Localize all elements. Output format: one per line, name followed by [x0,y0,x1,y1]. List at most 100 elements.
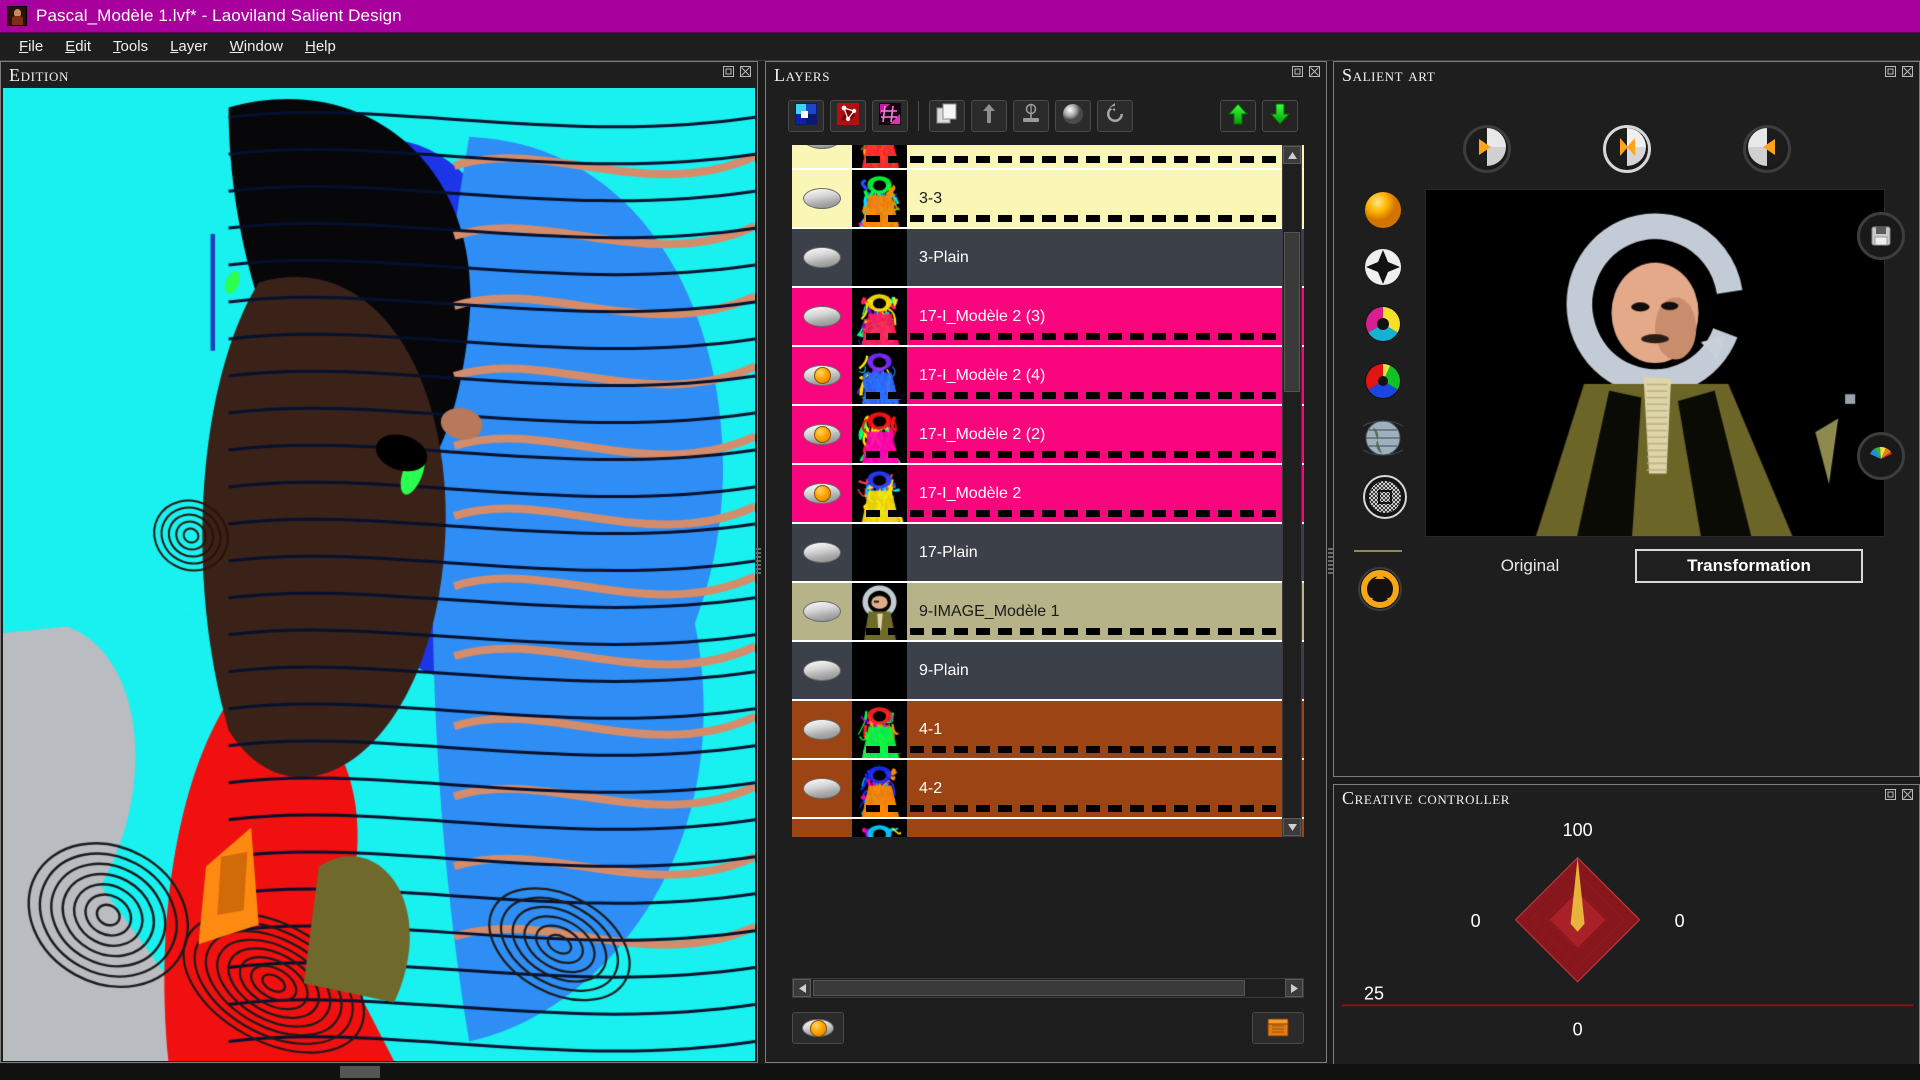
horizontal-scroll-thumb[interactable] [813,980,1245,996]
layer-visibility-toggle[interactable] [792,406,852,463]
layer-list-vertical-scrollbar[interactable] [1282,145,1302,837]
recycle-tool[interactable] [1358,567,1402,616]
move-layer-down-button[interactable] [1262,100,1298,132]
grid-button[interactable] [872,100,908,132]
layer-row[interactable]: 3-2 [792,145,1304,168]
layer-visibility-toggle[interactable] [792,145,852,168]
new-layer-button[interactable] [788,100,824,132]
move-layer-up-button[interactable] [1220,100,1256,132]
layer-thumbnail[interactable] [852,819,907,837]
menu-item-edit[interactable]: Edit [56,35,100,58]
eye-closed-icon [803,145,841,149]
eye-closed-icon [803,660,841,681]
layer-row[interactable]: 9-Plain [792,640,1304,699]
layer-visibility-toggle[interactable] [792,524,852,581]
layer-visibility-toggle[interactable] [792,760,852,817]
layer-visibility-toggle[interactable] [792,288,852,345]
layer-name[interactable]: 3-Plain [907,229,1304,286]
layer-row[interactable]: 4-2 [792,758,1304,817]
layer-link-dashes [866,746,1304,753]
pie-left-button[interactable] [1462,125,1511,173]
color-wheel-tool[interactable] [1363,304,1403,344]
scroll-down-button[interactable] [1283,818,1301,836]
creative-restore-icon[interactable] [1884,788,1897,801]
pie-center-button[interactable] [1602,125,1651,173]
layer-visibility-toggle[interactable] [792,583,852,640]
menu-item-window[interactable]: Window [221,35,292,58]
layer-row[interactable]: 17-I_Modèle 2 (3) [792,286,1304,345]
layer-row[interactable]: 9-IMAGE_Modèle 1 [792,581,1304,640]
menu-item-tools[interactable]: Tools [104,35,157,58]
layer-list-horizontal-scrollbar[interactable] [792,978,1304,998]
star-tool[interactable] [1363,247,1403,287]
taskbar-item[interactable] [340,1066,380,1078]
transformation-button[interactable]: Transformation [1635,549,1863,583]
layer-name[interactable]: 9-Plain [907,642,1304,699]
layer-row[interactable]: 17-Plain [792,522,1304,581]
radar-chart-svg[interactable]: 100 0 0 0 25 [1334,815,1920,1077]
globe-tool[interactable] [1354,418,1412,458]
scroll-left-button[interactable] [793,979,811,997]
layer-row[interactable]: 3-Plain [792,227,1304,286]
menu-item-layer[interactable]: Layer [161,35,217,58]
edition-restore-icon[interactable] [722,65,735,78]
layer-row[interactable]: 3-3 [792,168,1304,227]
anchor-button[interactable] [1013,100,1049,132]
edition-close-icon[interactable] [739,65,752,78]
pie-right-button[interactable] [1742,125,1791,173]
layer-row[interactable]: 17-I_Modèle 2 [792,463,1304,522]
layer-row[interactable]: 17-I_Modèle 2 (2) [792,404,1304,463]
artwork-canvas[interactable] [3,88,755,1061]
red-node-button[interactable] [830,100,866,132]
delete-layer-button[interactable] [1252,1012,1304,1044]
layers-restore-icon[interactable] [1291,65,1304,78]
opacity-button[interactable] [1055,100,1091,132]
toggle-visibility-button[interactable] [792,1012,844,1044]
layer-visibility-toggle[interactable] [792,819,852,837]
salient-preview[interactable] [1425,189,1885,537]
preview-canvas[interactable] [1426,190,1884,536]
layer-row[interactable]: 4-3 [792,817,1304,837]
duplicate-layer-button[interactable] [929,100,965,132]
layer-visibility-toggle[interactable] [792,170,852,227]
vertical-scroll-thumb[interactable] [1284,232,1300,392]
palette-button[interactable] [1857,432,1905,480]
layer-visibility-toggle[interactable] [792,642,852,699]
checker-tool[interactable] [1363,475,1407,519]
salient-art-panel: Salient art Original Transformation [1333,61,1920,777]
edition-resize-grip[interactable] [756,548,761,576]
eye-closed-icon [803,719,841,740]
layer-thumbnail[interactable] [852,642,907,699]
salient-close-icon[interactable] [1901,65,1914,78]
layer-link-dashes [866,333,1304,340]
layers-close-icon[interactable] [1308,65,1321,78]
salient-restore-icon[interactable] [1884,65,1897,78]
layers-resize-grip[interactable] [1328,548,1333,576]
layer-visibility-toggle[interactable] [792,465,852,522]
menu-item-help[interactable]: Help [296,35,345,58]
edition-canvas-container[interactable] [3,88,755,1061]
creative-close-icon[interactable] [1901,788,1914,801]
merge-layers-button[interactable] [971,100,1007,132]
layer-row[interactable]: 4-1 [792,699,1304,758]
save-preset-button[interactable] [1857,212,1905,260]
layer-name[interactable]: 17-Plain [907,524,1304,581]
layer-thumbnail[interactable] [852,524,907,581]
scroll-up-button[interactable] [1283,146,1301,164]
menu-item-file[interactable]: File [10,35,52,58]
reset-button[interactable] [1097,100,1133,132]
layer-list[interactable]: 3-2 3-3 3-Plain 17-I_Modèle 2 (3) 17-I_Modèl… [792,145,1304,837]
rgb-wheel-tool[interactable] [1363,361,1403,401]
layer-thumbnail[interactable] [852,229,907,286]
layer-visibility-toggle[interactable] [792,701,852,758]
layer-row[interactable]: 17-I_Modèle 2 (4) [792,345,1304,404]
green-up-arrow-icon [1226,102,1250,131]
scroll-right-button[interactable] [1285,979,1303,997]
layer-name[interactable]: 4-3 [907,819,1304,837]
layer-name-text: 3-Plain [919,248,969,266]
layer-name-text: 4-1 [919,720,943,738]
sun-tool[interactable] [1363,190,1403,230]
creative-controller-chart[interactable]: 100 0 0 0 25 [1334,815,1919,1077]
layer-visibility-toggle[interactable] [792,229,852,286]
layer-visibility-toggle[interactable] [792,347,852,404]
